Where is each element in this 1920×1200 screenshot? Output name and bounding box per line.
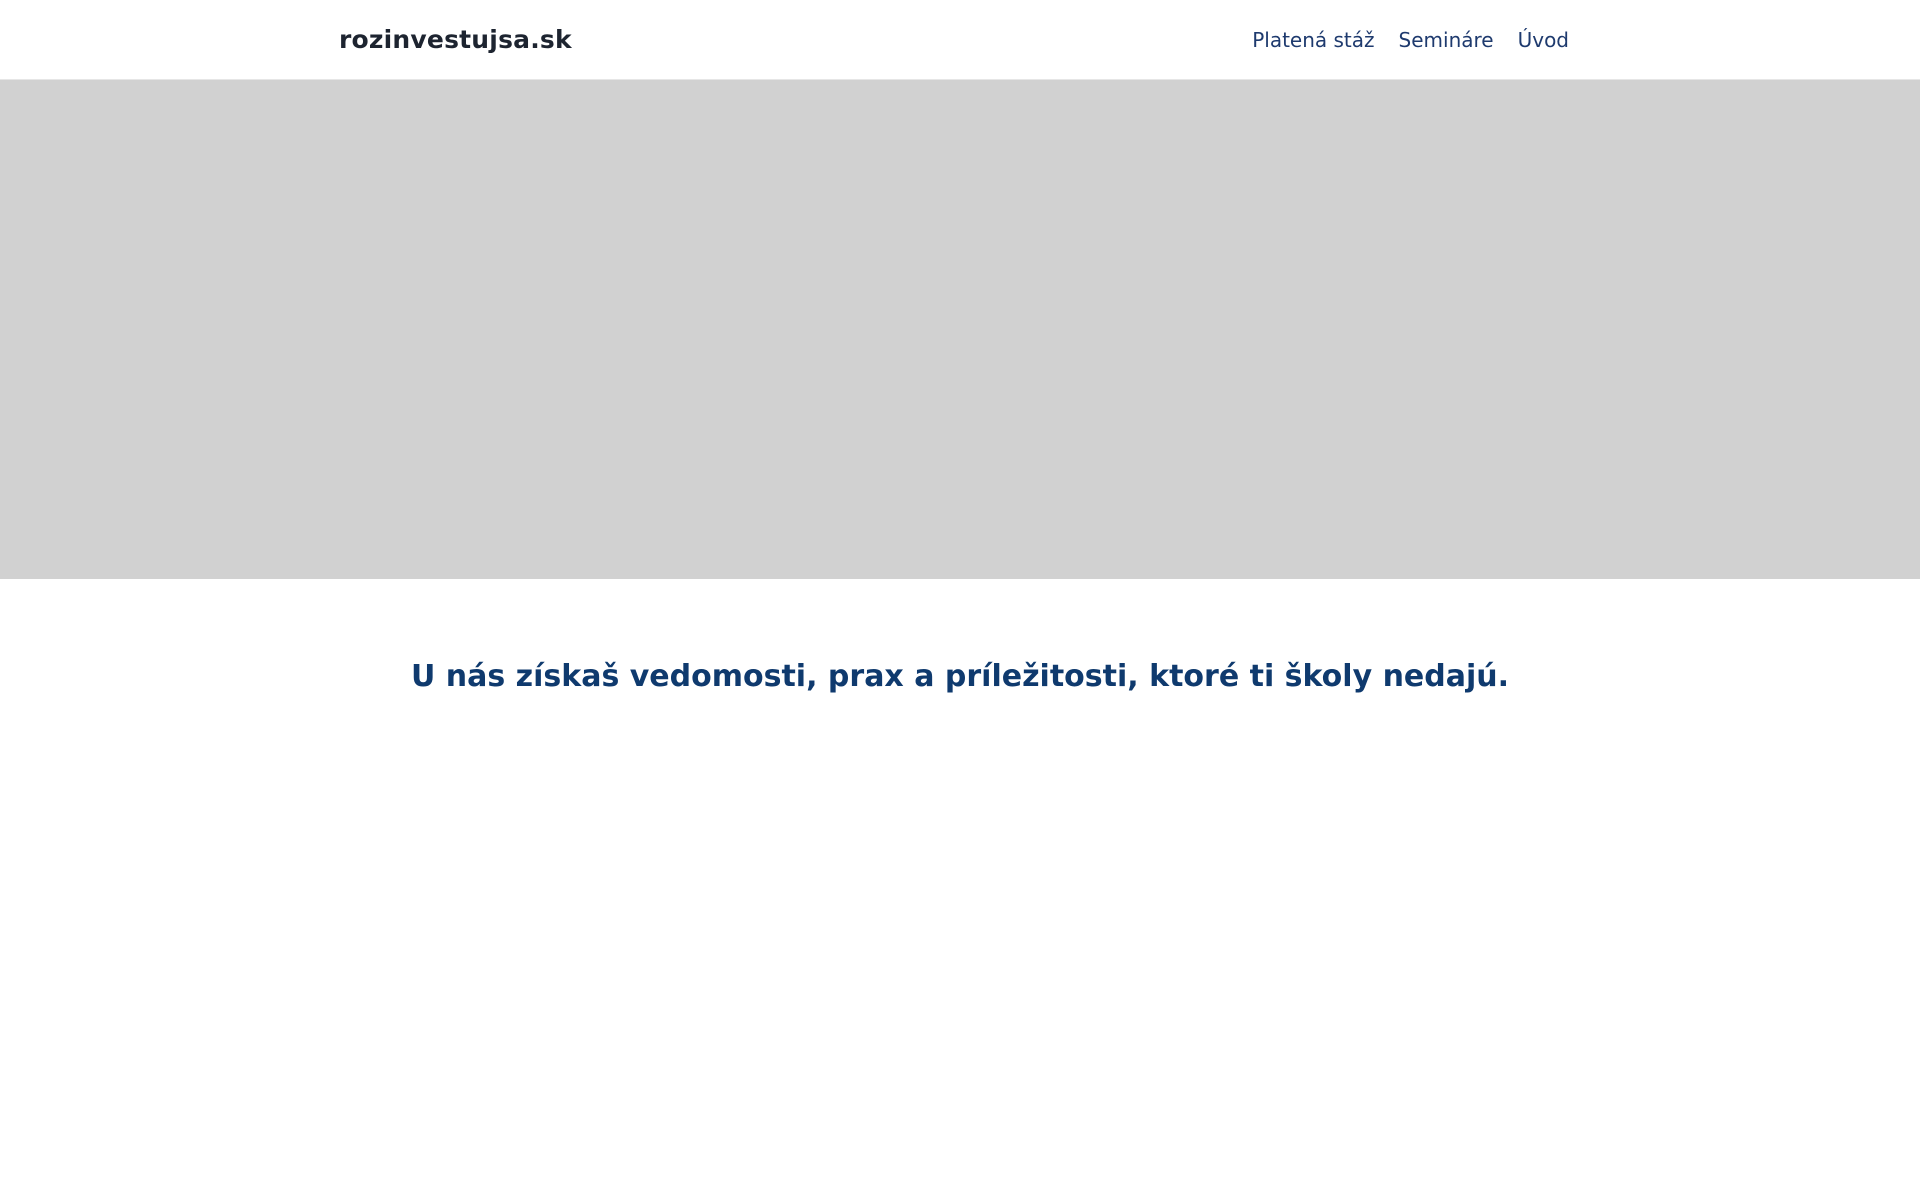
tagline-regular: U nás získaš vedomosti, prax a príležito… — [410, 658, 1150, 694]
header-inner: rozinvestujsa.sk Platená stáž Semináre Ú… — [339, 0, 1569, 79]
nav-link-uvod[interactable]: Úvod — [1518, 28, 1569, 52]
main-nav: Platená stáž Semináre Úvod — [1252, 28, 1569, 52]
nav-link-seminare[interactable]: Semináre — [1399, 28, 1494, 52]
site-header: rozinvestujsa.sk Platená stáž Semináre Ú… — [0, 0, 1920, 80]
page: rozinvestujsa.sk Platená stáž Semináre Ú… — [0, 0, 1920, 1200]
nav-link-platena-staz[interactable]: Platená stáž — [1252, 28, 1374, 52]
hero-image-placeholder — [0, 80, 1920, 579]
tagline-bold: ktoré ti školy nedajú — [1149, 658, 1498, 694]
tagline-end: . — [1497, 658, 1510, 694]
site-logo-link[interactable]: rozinvestujsa.sk — [339, 25, 572, 54]
tagline-heading: U nás získaš vedomosti, prax a príležito… — [0, 655, 1920, 699]
